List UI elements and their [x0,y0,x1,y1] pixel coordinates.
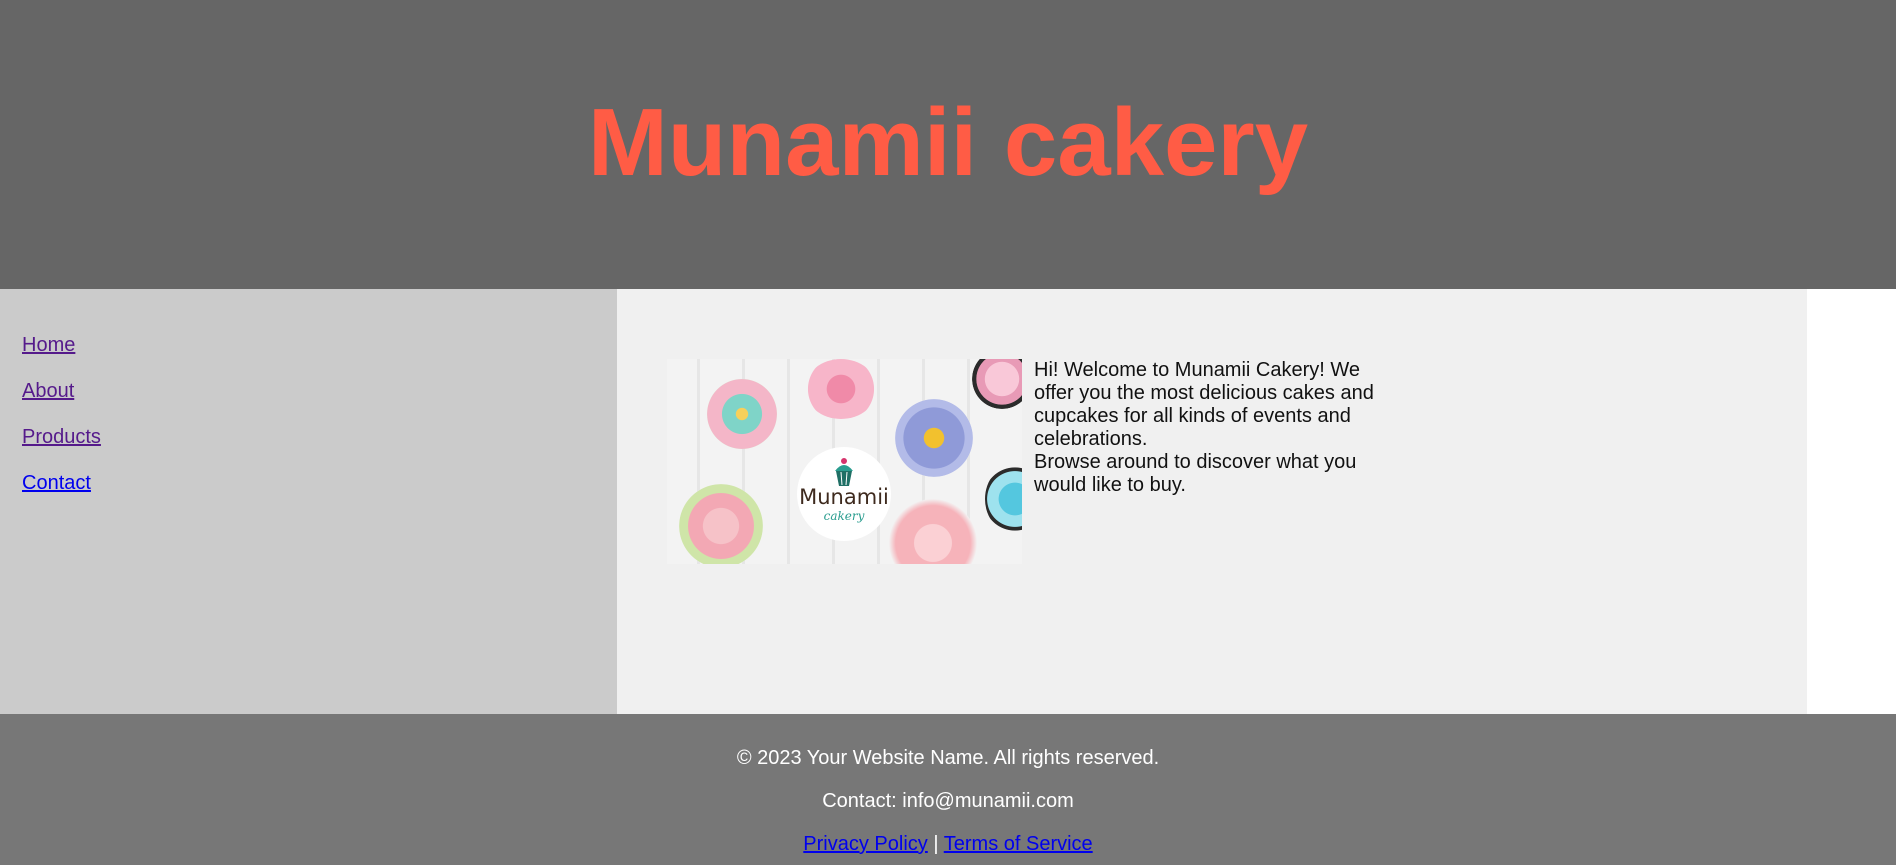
stripe [787,359,790,564]
logo-subtext: cakery [823,509,865,523]
footer-links: Privacy Policy | Terms of Service [0,832,1896,856]
site-header: Munamii cakery [0,0,1896,289]
nav-item-contact: Contact [22,472,101,518]
cupcake-flower-icon [707,379,777,449]
site-title: Munamii cakery [587,89,1309,196]
nav-item-products: Products [22,426,101,472]
cupcake-flower-icon [985,464,1022,534]
contact-text: Contact: info@munamii.com [822,790,1074,812]
nav-link-contact[interactable]: Contact [22,472,91,494]
site-footer: © 2023 Your Website Name. All rights res… [0,714,1896,865]
cupcake-flower-icon [805,359,877,419]
intro-paragraph: Browse around to discover what you would… [1034,451,1357,496]
cupcake-flower-icon [679,484,763,564]
intro-text: Hi! Welcome to Munamii Cakery! We offer … [1034,359,1389,497]
terms-of-service-link[interactable]: Terms of Service [944,833,1093,855]
bakery-logo: Munamii cakery [797,447,891,541]
hero-image: Munamii cakery [667,359,1022,564]
cupcake-flower-icon [972,359,1022,409]
cupcake-icon [835,458,853,486]
main-content: Munamii cakery Hi! Welcome to Munamii Ca… [617,289,1807,714]
cupcake-flower-icon [895,399,973,477]
nav-link-products[interactable]: Products [22,426,101,448]
sidebar: Home About Products Contact [0,289,617,714]
nav-link-home[interactable]: Home [22,334,75,356]
privacy-policy-link[interactable]: Privacy Policy [803,833,927,855]
nav-link-about[interactable]: About [22,380,74,402]
nav-item-home: Home [22,334,101,380]
link-separator: | [933,833,939,855]
logo-wordmark: Munamii [799,485,889,509]
nav-item-about: About [22,380,101,426]
intro-paragraph: Hi! Welcome to Munamii Cakery! We offer … [1034,359,1374,450]
cupcake-flower-icon [889,499,977,564]
nav-list: Home About Products Contact [22,334,101,518]
copyright-text: © 2023 Your Website Name. All rights res… [736,747,1160,769]
